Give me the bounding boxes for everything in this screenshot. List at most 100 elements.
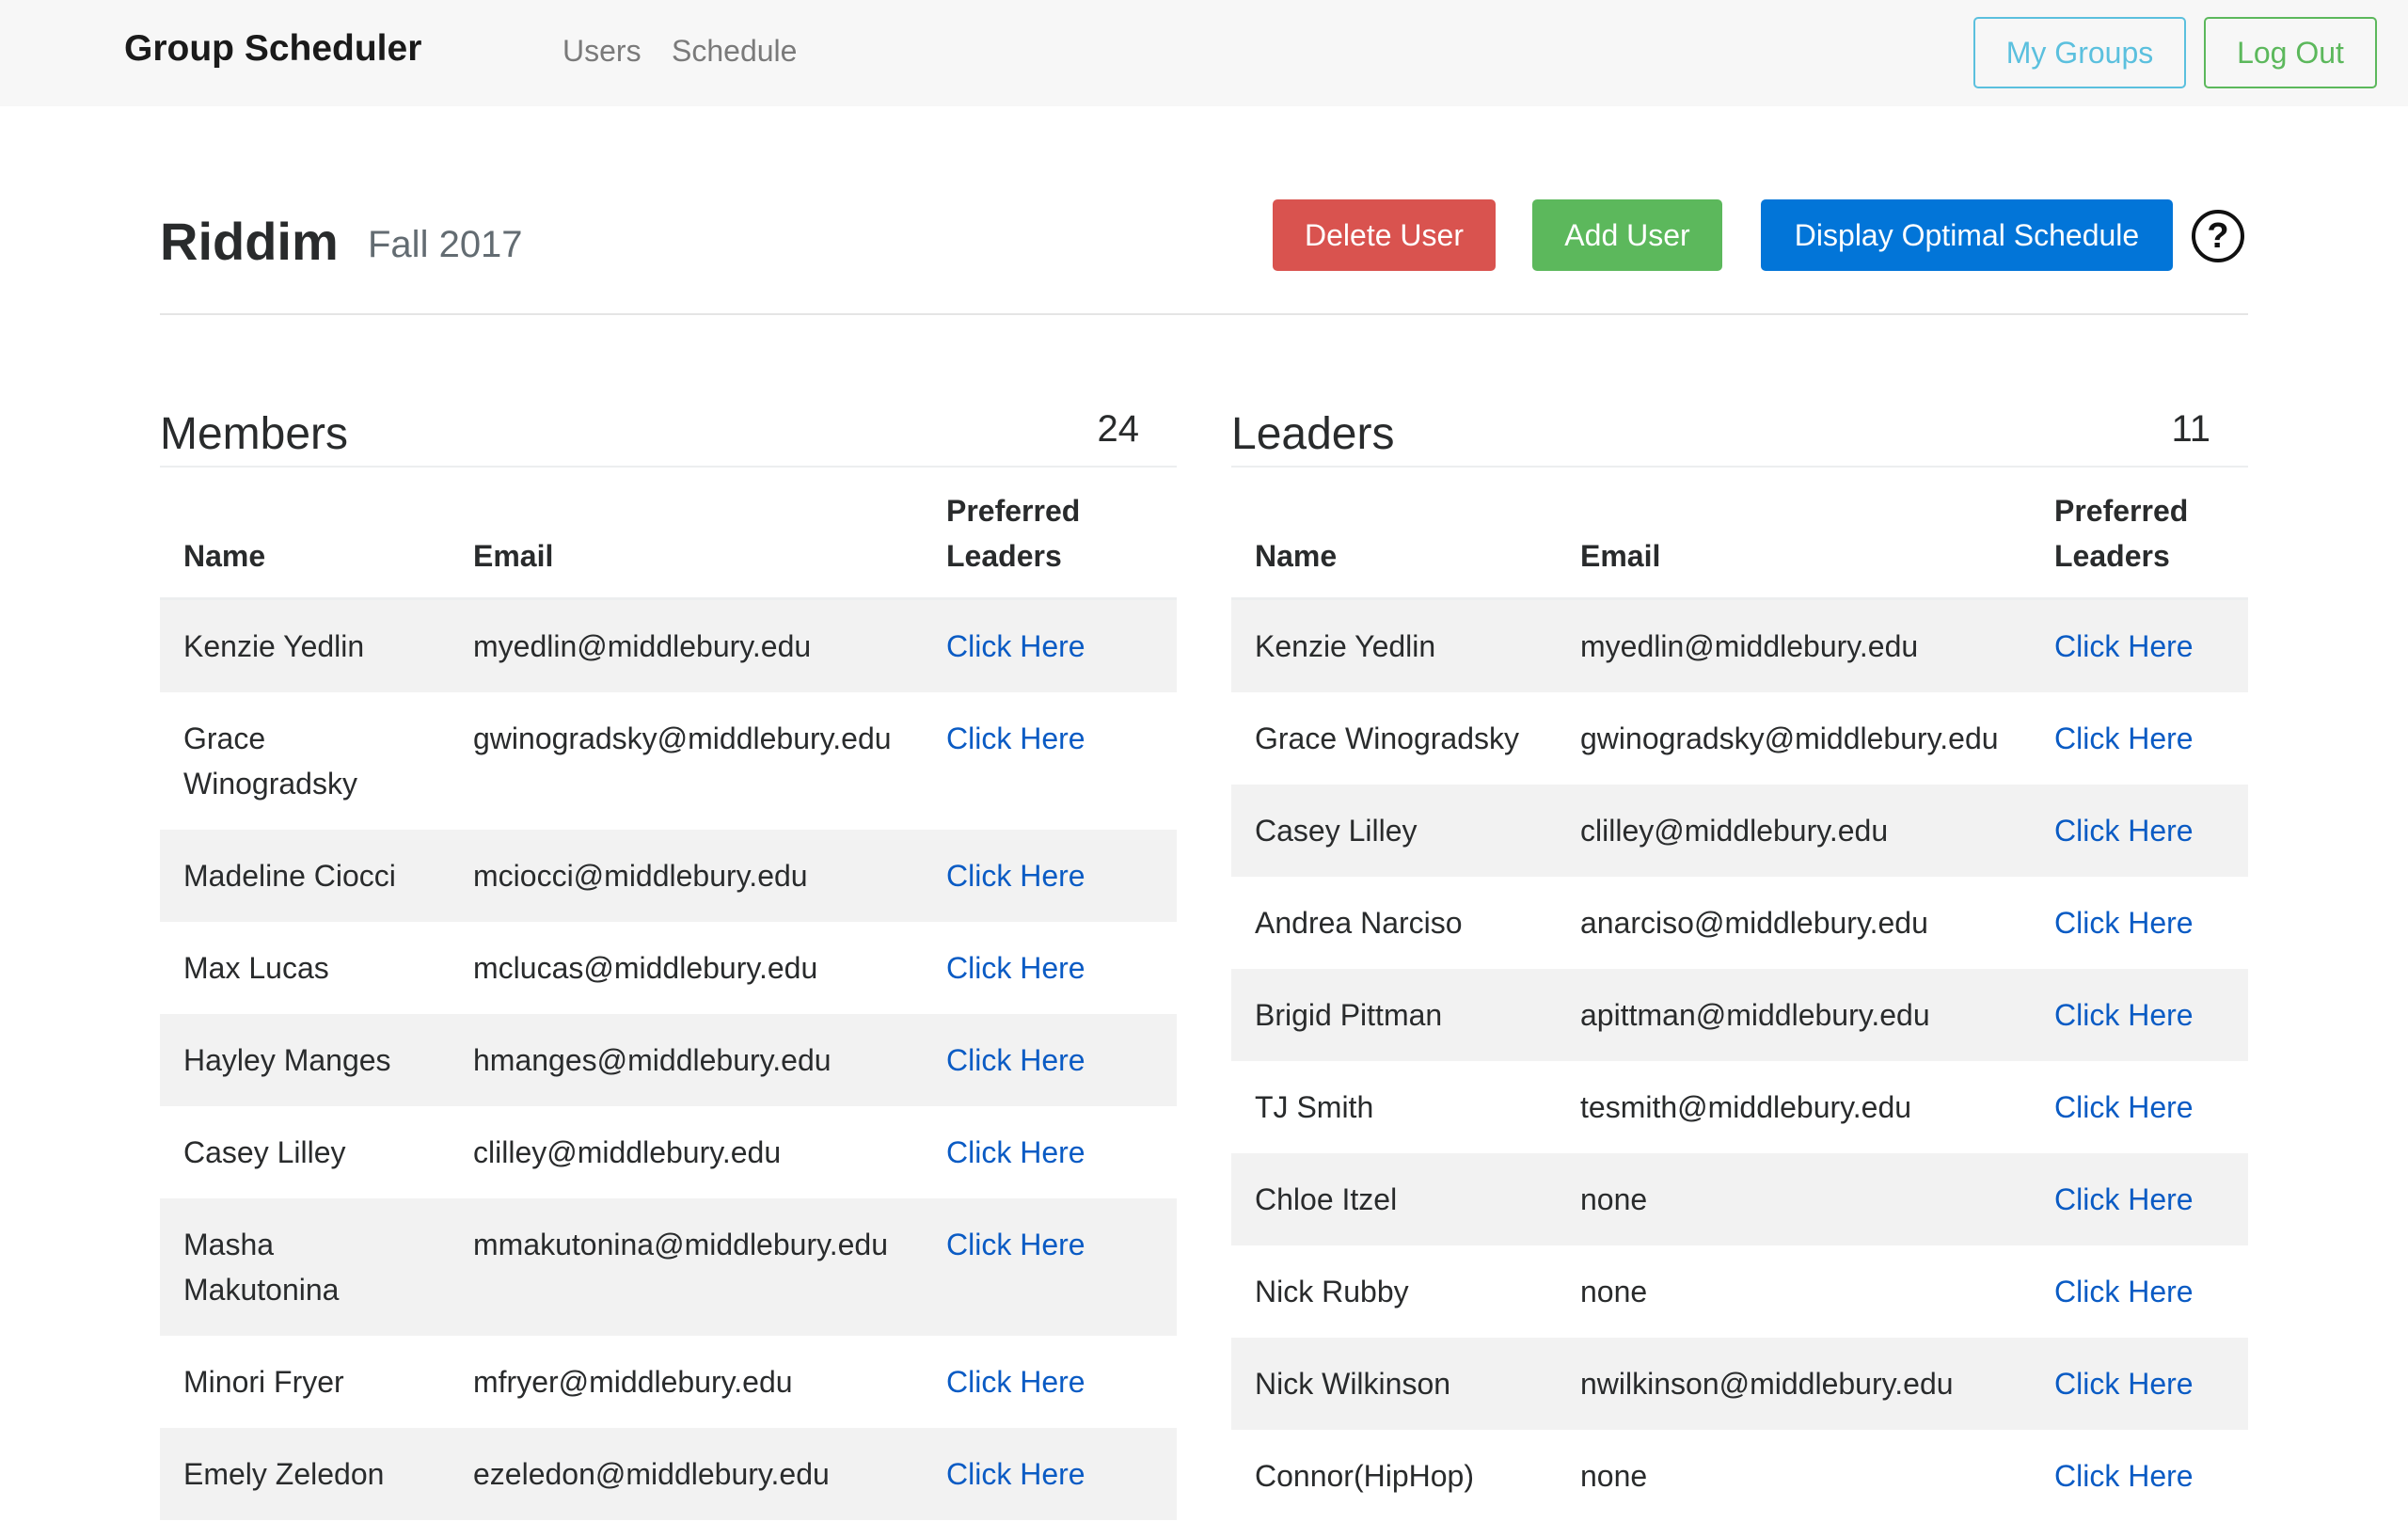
table-row: Madeline Cioccimciocci@middlebury.eduCli… [160, 830, 1177, 922]
table-row: Casey Lilleyclilley@middlebury.eduClick … [1231, 785, 2248, 877]
members-table-header-row: Name Email Preferred Leaders [160, 468, 1177, 599]
members-table-body: Kenzie Yedlinmyedlin@middlebury.eduClick… [160, 599, 1177, 1521]
preferred-leaders-link[interactable]: Click Here [2031, 1245, 2248, 1338]
table-row: Andrea Narcisoanarciso@middlebury.eduCli… [1231, 877, 2248, 969]
cell-name: Minori Fryer [160, 1336, 450, 1428]
cell-email: none [1557, 1153, 2031, 1245]
table-row: TJ Smithtesmith@middlebury.eduClick Here [1231, 1061, 2248, 1153]
cell-name: Emely Zeledon [160, 1428, 450, 1520]
table-row: Kenzie Yedlinmyedlin@middlebury.eduClick… [1231, 599, 2248, 693]
cell-email: none [1557, 1245, 2031, 1338]
cell-email: myedlin@middlebury.edu [450, 599, 923, 693]
leaders-count: 11 [2171, 408, 2210, 451]
table-row: Emely Zeledonezeledon@middlebury.eduClic… [160, 1428, 1177, 1520]
table-row: Max Lucasmclucas@middlebury.eduClick Her… [160, 922, 1177, 1014]
nav-link-users[interactable]: Users [562, 34, 642, 69]
cell-name: Brigid Pittman [1231, 969, 1557, 1061]
preferred-leaders-link[interactable]: Click Here [923, 1106, 1177, 1198]
table-row: Kenzie Yedlinmyedlin@middlebury.eduClick… [160, 599, 1177, 693]
table-row: Masha Makutoninammakutonina@middlebury.e… [160, 1198, 1177, 1336]
nav-link-schedule[interactable]: Schedule [672, 34, 797, 69]
cell-email: clilley@middlebury.edu [450, 1106, 923, 1198]
cell-name: Madeline Ciocci [160, 830, 450, 922]
navbar: Group Scheduler Users Schedule My Groups… [0, 0, 2408, 106]
preferred-leaders-link[interactable]: Click Here [923, 1428, 1177, 1520]
cell-email: anarciso@middlebury.edu [1557, 877, 2031, 969]
preferred-leaders-link[interactable]: Click Here [2031, 1430, 2248, 1522]
cell-email: none [1557, 1430, 2031, 1522]
cell-email: clilley@middlebury.edu [1557, 785, 2031, 877]
cell-name: Grace Winogradsky [1231, 692, 1557, 785]
cell-name: Max Lucas [160, 922, 450, 1014]
leaders-panel: Leaders 11 Name Email Preferred Leaders … [1231, 395, 2248, 1522]
cell-name: Grace Winogradsky [160, 692, 450, 830]
cell-email: mfryer@middlebury.edu [450, 1336, 923, 1428]
preferred-leaders-link[interactable]: Click Here [2031, 692, 2248, 785]
cell-email: mclucas@middlebury.edu [450, 922, 923, 1014]
cell-email: nwilkinson@middlebury.edu [1557, 1338, 2031, 1430]
table-row: Nick Wilkinsonnwilkinson@middlebury.eduC… [1231, 1338, 2248, 1430]
leaders-title: Leaders [1231, 408, 1394, 460]
cell-email: mmakutonina@middlebury.edu [450, 1198, 923, 1336]
column-header-preferred-leaders: Preferred Leaders [923, 468, 1177, 599]
cell-name: Casey Lilley [160, 1106, 450, 1198]
preferred-leaders-link[interactable]: Click Here [2031, 1153, 2248, 1245]
members-title: Members [160, 408, 348, 460]
cell-name: Kenzie Yedlin [1231, 599, 1557, 693]
cell-name: Hayley Manges [160, 1014, 450, 1106]
cell-email: gwinogradsky@middlebury.edu [450, 692, 923, 830]
preferred-leaders-link[interactable]: Click Here [2031, 599, 2248, 693]
table-row: Minori Fryermfryer@middlebury.eduClick H… [160, 1336, 1177, 1428]
preferred-leaders-link[interactable]: Click Here [923, 922, 1177, 1014]
cell-email: ezeledon@middlebury.edu [450, 1428, 923, 1520]
table-row: Connor(HipHop)noneClick Here [1231, 1430, 2248, 1522]
preferred-leaders-link[interactable]: Click Here [923, 1014, 1177, 1106]
table-row: Brigid Pittmanapittman@middlebury.eduCli… [1231, 969, 2248, 1061]
group-title: Riddim [160, 211, 339, 272]
column-header-email: Email [1557, 468, 2031, 599]
cell-name: Casey Lilley [1231, 785, 1557, 877]
log-out-button[interactable]: Log Out [2204, 17, 2377, 88]
members-panel: Members 24 Name Email Preferred Leaders … [160, 395, 1177, 1520]
preferred-leaders-link[interactable]: Click Here [923, 599, 1177, 693]
leaders-table-header-row: Name Email Preferred Leaders [1231, 468, 2248, 599]
add-user-button[interactable]: Add User [1532, 199, 1722, 271]
table-row: Nick RubbynoneClick Here [1231, 1245, 2248, 1338]
leaders-table: Name Email Preferred Leaders Kenzie Yedl… [1231, 468, 2248, 1522]
cell-name: Kenzie Yedlin [160, 599, 450, 693]
members-header: Members 24 [160, 395, 1177, 468]
table-row: Grace Winogradskygwinogradsky@middlebury… [160, 692, 1177, 830]
preferred-leaders-link[interactable]: Click Here [923, 830, 1177, 922]
cell-email: gwinogradsky@middlebury.edu [1557, 692, 2031, 785]
header-divider [160, 313, 2248, 315]
cell-name: Connor(HipHop) [1231, 1430, 1557, 1522]
preferred-leaders-link[interactable]: Click Here [923, 1336, 1177, 1428]
preferred-leaders-link[interactable]: Click Here [2031, 1338, 2248, 1430]
column-header-preferred-leaders: Preferred Leaders [2031, 468, 2248, 599]
preferred-leaders-link[interactable]: Click Here [2031, 969, 2248, 1061]
brand-title[interactable]: Group Scheduler [124, 28, 421, 70]
my-groups-button[interactable]: My Groups [1973, 17, 2186, 88]
cell-email: myedlin@middlebury.edu [1557, 599, 2031, 693]
cell-email: hmanges@middlebury.edu [450, 1014, 923, 1106]
preferred-leaders-link[interactable]: Click Here [2031, 877, 2248, 969]
members-table: Name Email Preferred Leaders Kenzie Yedl… [160, 468, 1177, 1520]
table-row: Hayley Mangeshmanges@middlebury.eduClick… [160, 1014, 1177, 1106]
preferred-leaders-link[interactable]: Click Here [923, 1198, 1177, 1336]
column-header-name: Name [1231, 468, 1557, 599]
cell-email: mciocci@middlebury.edu [450, 830, 923, 922]
preferred-leaders-link[interactable]: Click Here [2031, 785, 2248, 877]
cell-name: TJ Smith [1231, 1061, 1557, 1153]
display-optimal-schedule-button[interactable]: Display Optimal Schedule [1761, 199, 2173, 271]
members-count: 24 [1098, 408, 1140, 451]
cell-name: Nick Rubby [1231, 1245, 1557, 1338]
help-icon[interactable]: ? [2192, 210, 2244, 262]
table-row: Chloe ItzelnoneClick Here [1231, 1153, 2248, 1245]
leaders-table-body: Kenzie Yedlinmyedlin@middlebury.eduClick… [1231, 599, 2248, 1522]
column-header-name: Name [160, 468, 450, 599]
preferred-leaders-link[interactable]: Click Here [2031, 1061, 2248, 1153]
delete-user-button[interactable]: Delete User [1273, 199, 1496, 271]
table-row: Grace Winogradskygwinogradsky@middlebury… [1231, 692, 2248, 785]
preferred-leaders-link[interactable]: Click Here [923, 692, 1177, 830]
group-term: Fall 2017 [368, 224, 523, 266]
